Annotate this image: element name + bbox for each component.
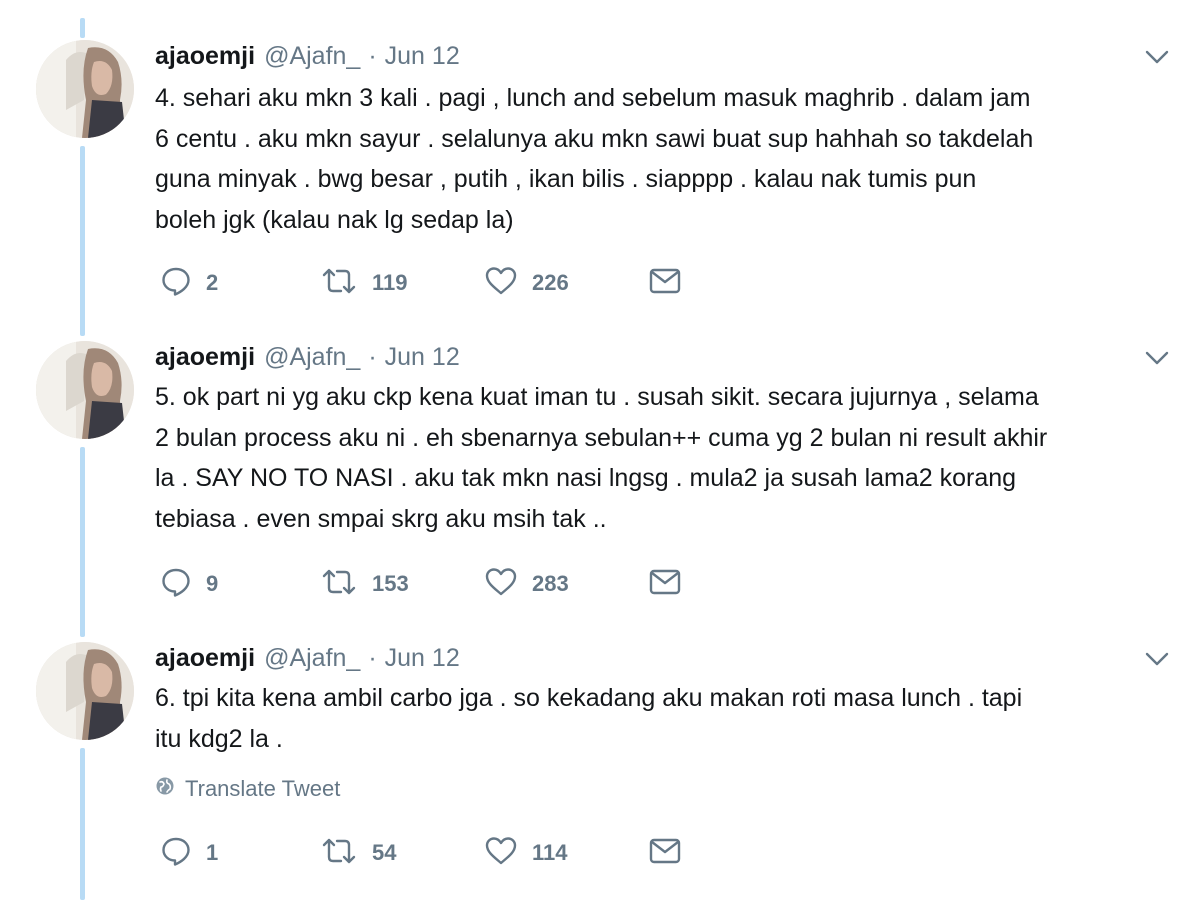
tweet-header: ajaoemji @Ajafn_ · Jun 12 xyxy=(155,36,460,76)
reply-button[interactable]: 1 xyxy=(160,835,218,871)
retweet-button[interactable]: 119 xyxy=(320,265,408,301)
like-count: 283 xyxy=(532,571,569,596)
tweet-date[interactable]: Jun 12 xyxy=(385,343,460,372)
envelope-icon xyxy=(648,567,682,602)
author-handle[interactable]: @Ajafn_ xyxy=(264,644,360,673)
reply-count: 1 xyxy=(206,840,219,865)
avatar[interactable] xyxy=(36,341,134,439)
separator-dot: · xyxy=(368,643,377,672)
tweet-header: ajaoemji @Ajafn_ · Jun 12 xyxy=(155,337,460,377)
like-count: 114 xyxy=(532,840,568,865)
envelope-icon xyxy=(648,266,682,301)
retweet-count: 54 xyxy=(372,840,397,865)
chevron-down-icon[interactable] xyxy=(1143,648,1171,670)
envelope-icon xyxy=(648,836,682,871)
retweet-count: 153 xyxy=(372,571,409,596)
tweet-date[interactable]: Jun 12 xyxy=(385,644,460,673)
retweet-icon xyxy=(320,835,358,872)
author-handle[interactable]: @Ajafn_ xyxy=(264,343,360,372)
reply-button[interactable]: 9 xyxy=(160,566,218,602)
reply-count: 2 xyxy=(206,270,219,295)
reply-button[interactable]: 2 xyxy=(160,265,218,301)
direct-message-button[interactable] xyxy=(648,835,682,871)
tweet-text-line: tebiasa . even smpai skrg aku msih tak .… xyxy=(155,504,607,533)
tweet-text-line: itu kdg2 la . xyxy=(155,724,283,753)
tweet-header: ajaoemji @Ajafn_ · Jun 12 xyxy=(155,638,460,678)
like-button[interactable]: 114 xyxy=(484,835,568,871)
tweet-text-line: 4. sehari aku mkn 3 kali . pagi , lunch … xyxy=(155,84,1031,112)
retweet-icon xyxy=(320,566,358,603)
author-name[interactable]: ajaoemji xyxy=(155,343,255,372)
heart-icon xyxy=(484,566,518,603)
separator-dot: · xyxy=(368,342,377,371)
tweet-text-line: 6 centu . aku mkn sayur . selalunya aku … xyxy=(155,124,1034,153)
tweet-date[interactable]: Jun 12 xyxy=(385,42,460,71)
chevron-down-icon[interactable] xyxy=(1143,347,1171,369)
tweet-thread: ajaoemji @Ajafn_ · Jun 12 4. sehari aku … xyxy=(0,0,1200,922)
retweet-button[interactable]: 153 xyxy=(320,566,409,602)
author-handle[interactable]: @Ajafn_ xyxy=(264,42,360,71)
reply-icon xyxy=(160,265,192,302)
retweet-button[interactable]: 54 xyxy=(320,835,396,871)
avatar[interactable] xyxy=(36,642,134,740)
reply-count: 9 xyxy=(206,571,219,596)
author-name[interactable]: ajaoemji xyxy=(155,42,255,71)
tweet-text-line: guna minyak . bwg besar , putih , ikan b… xyxy=(155,165,977,193)
chevron-down-icon[interactable] xyxy=(1143,46,1171,68)
thread-connector xyxy=(80,18,85,38)
like-count: 226 xyxy=(532,270,569,295)
like-button[interactable]: 226 xyxy=(484,265,569,301)
reply-icon xyxy=(160,566,192,603)
tweet-text-line: 2 bulan process aku ni . eh sbenarnya se… xyxy=(155,423,1048,452)
like-button[interactable]: 283 xyxy=(484,566,569,602)
tweet-text: 4. sehari aku mkn 3 kali . pagi , lunch … xyxy=(155,78,1165,240)
tweet-text-line: la . SAY NO TO NASI . aku tak mkn nasi l… xyxy=(155,464,1017,492)
separator-dot: · xyxy=(368,41,377,70)
translate-tweet-link[interactable]: Translate Tweet xyxy=(155,776,340,802)
tweet-text: 6. tpi kita kena ambil carbo jga . so ke… xyxy=(155,678,1165,759)
reply-icon xyxy=(160,835,192,872)
heart-icon xyxy=(484,265,518,302)
tweet-text-line: 5. ok part ni yg aku ckp kena kuat iman … xyxy=(155,383,1039,411)
direct-message-button[interactable] xyxy=(648,265,682,301)
retweet-icon xyxy=(320,265,358,302)
author-name[interactable]: ajaoemji xyxy=(155,644,255,673)
thread-connector xyxy=(80,748,85,900)
tweet-text-line: boleh jgk (kalau nak lg sedap la) xyxy=(155,205,514,234)
direct-message-button[interactable] xyxy=(648,566,682,602)
translate-tweet-label: Translate Tweet xyxy=(185,776,341,801)
retweet-count: 119 xyxy=(372,270,408,295)
avatar[interactable] xyxy=(36,40,134,138)
tweet-text: 5. ok part ni yg aku ckp kena kuat iman … xyxy=(155,377,1165,539)
tweet-text-line: 6. tpi kita kena ambil carbo jga . so ke… xyxy=(155,684,1023,712)
thread-connector xyxy=(80,447,85,637)
globe-icon xyxy=(155,776,175,802)
heart-icon xyxy=(484,835,518,872)
thread-connector xyxy=(80,146,85,336)
